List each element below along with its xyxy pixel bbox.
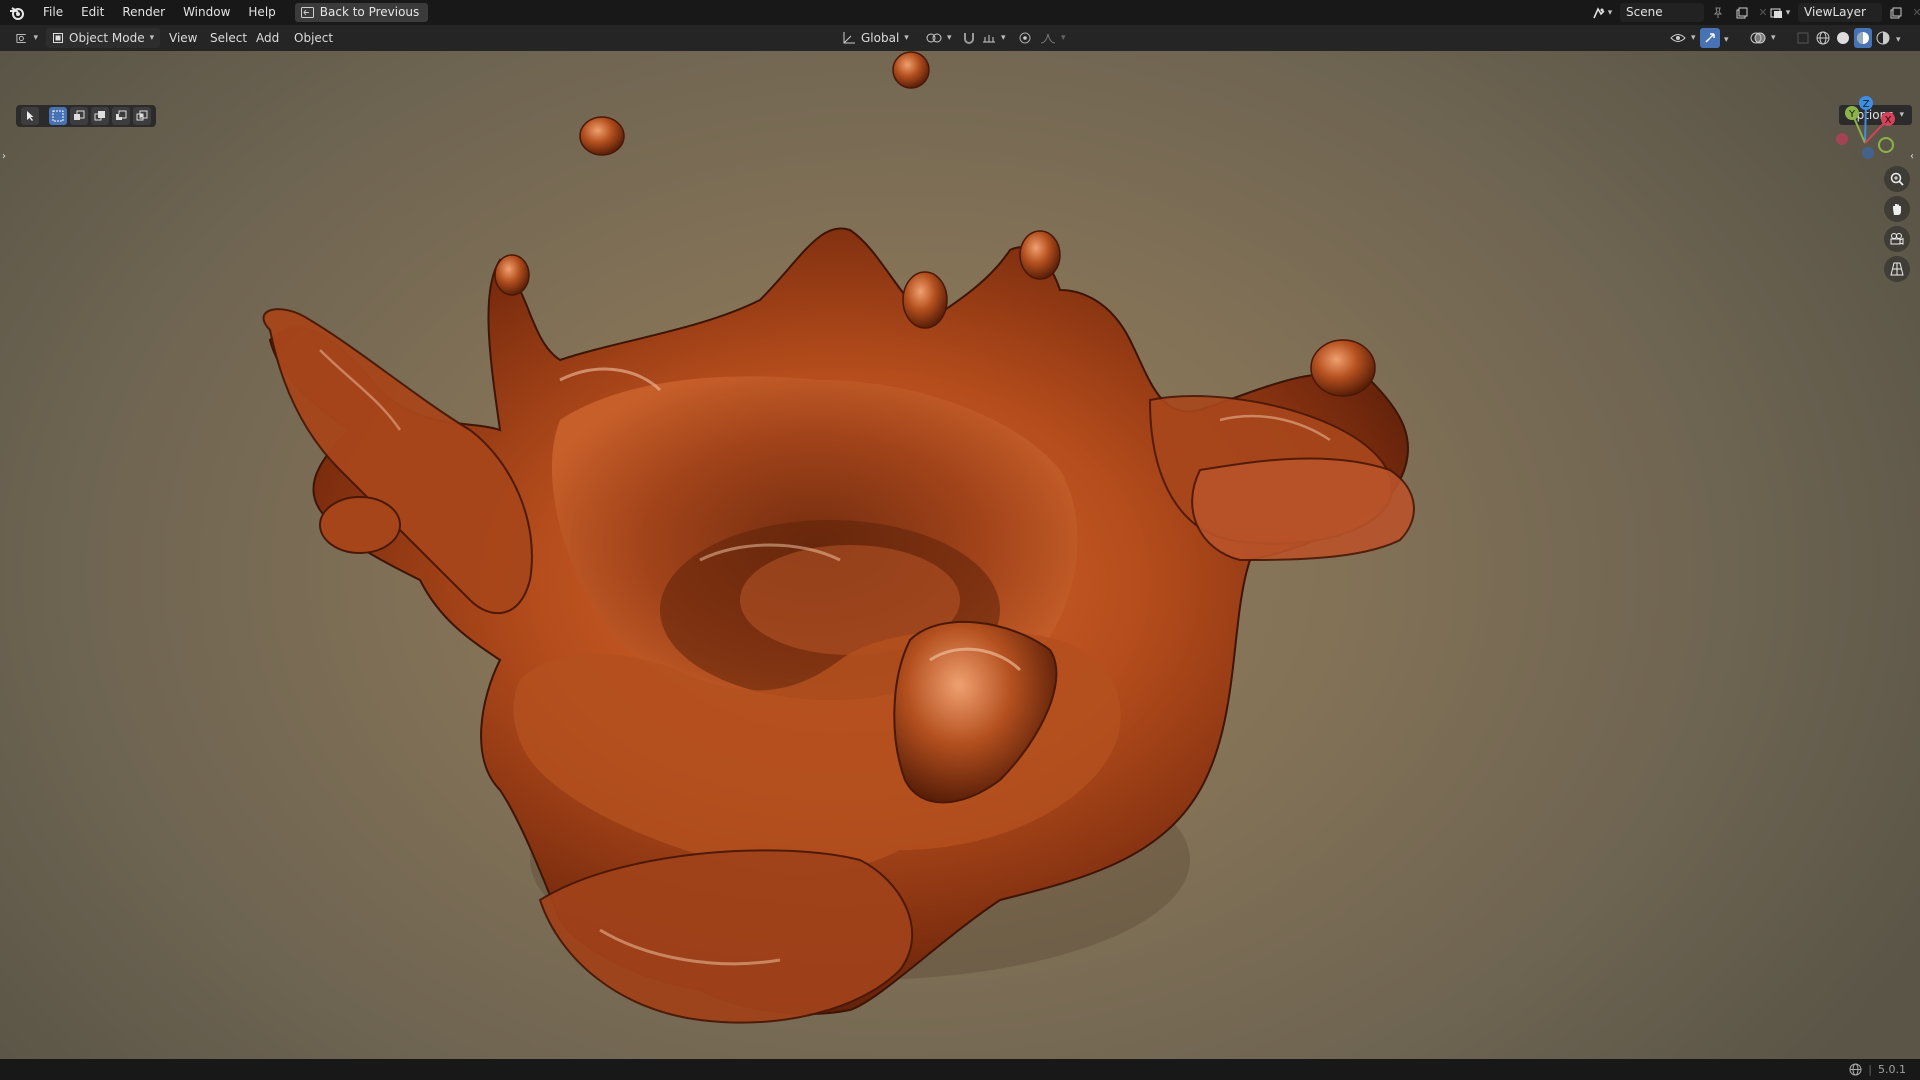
falloff-dropdown[interactable]: ▾ (1034, 28, 1072, 48)
mode-dropdown[interactable]: Object Mode ▾ (46, 28, 161, 48)
header-menu-select[interactable]: Select (210, 28, 247, 48)
toolbar-expand-icon[interactable]: › (2, 151, 10, 167)
mode-label: Object Mode (69, 31, 145, 45)
gizmo-z-label: Z (1863, 99, 1870, 110)
falloff-curve-icon (1040, 33, 1056, 44)
shading-wireframe[interactable] (1814, 28, 1832, 48)
menu-render[interactable]: Render (113, 0, 174, 25)
scene-type-icon[interactable]: ▾ (1588, 3, 1616, 22)
snap-increment-icon (983, 35, 995, 43)
orientation-icon (843, 32, 855, 44)
selection-mode-strip (16, 105, 156, 127)
gizmo-neg-x-icon[interactable] (1836, 133, 1848, 145)
view-layer-name-field[interactable]: ViewLayer (1798, 3, 1882, 22)
pivot-point-dropdown[interactable]: ▾ (920, 28, 958, 48)
header-menu-object[interactable]: Object (294, 28, 333, 48)
pin-icon[interactable] (1708, 3, 1728, 22)
snap-target-dropdown[interactable]: ▾ (976, 28, 1012, 48)
back-icon (300, 7, 314, 18)
header-menu-add[interactable]: Add (256, 28, 279, 48)
xray-icon (1797, 32, 1809, 44)
shading-dropdown-chevron-icon[interactable]: ▾ (1896, 28, 1901, 48)
globe-icon (1849, 1063, 1862, 1076)
editor-type-button[interactable]: ▾ (10, 28, 44, 48)
shading-solid[interactable] (1834, 28, 1852, 48)
new-scene-icon[interactable] (1732, 3, 1752, 22)
pan-hand-icon[interactable] (1884, 196, 1910, 222)
new-view-layer-icon[interactable] (1886, 3, 1906, 22)
shading-rendered[interactable] (1874, 28, 1892, 48)
select-invert-icon[interactable] (112, 107, 130, 125)
select-new-icon[interactable] (49, 107, 67, 125)
visibility-dropdown[interactable]: ▾ (1664, 28, 1702, 48)
view-layer-type-icon[interactable]: ▾ (1766, 3, 1794, 22)
scene-selector: ▾ Scene ✕ (1588, 3, 1770, 22)
gizmo-dropdown-chevron-icon[interactable]: ▾ (1724, 28, 1729, 48)
material-sphere-icon (1857, 32, 1869, 44)
select-subtract-icon[interactable] (91, 107, 109, 125)
rendered-sphere-icon (1876, 31, 1890, 45)
pivot-icon (926, 33, 942, 43)
header-menu-view[interactable]: View (169, 28, 197, 48)
select-intersect-icon[interactable] (133, 107, 151, 125)
proportional-edit-icon (1019, 32, 1031, 44)
camera-view-icon[interactable] (1884, 226, 1910, 252)
overlays-icon (1750, 32, 1766, 44)
top-bar: File Edit Render Window Help Back to Pre… (0, 0, 1920, 25)
wireframe-sphere-icon (1816, 31, 1830, 45)
view-layer-selector: ▾ ViewLayer ✕ (1766, 3, 1920, 22)
overlays-toggle[interactable]: ▾ (1744, 28, 1782, 48)
status-bar: | 5.0.1 (0, 1059, 1920, 1080)
version-label: 5.0.1 (1878, 1063, 1906, 1076)
splash-render (262, 51, 1415, 1024)
back-to-previous-button[interactable]: Back to Previous (294, 3, 429, 22)
perspective-grid-icon[interactable] (1884, 256, 1910, 282)
xray-toggle[interactable] (1790, 28, 1816, 48)
delete-view-layer-icon[interactable]: ✕ (1910, 3, 1920, 22)
menu-file[interactable]: File (34, 0, 72, 25)
menu-edit[interactable]: Edit (72, 0, 113, 25)
zoom-icon[interactable] (1884, 166, 1910, 192)
gizmo-toggle[interactable] (1700, 28, 1720, 48)
navigation-gizmo[interactable]: Z Y X (1830, 91, 1900, 166)
editor-type-icon (16, 33, 26, 43)
chevron-down-icon: ▾ (149, 33, 155, 43)
object-mode-icon (53, 33, 63, 43)
select-extend-icon[interactable] (70, 107, 88, 125)
sidebar-expand-icon[interactable]: ‹ (1910, 151, 1918, 167)
3d-viewport[interactable]: Options ▾ › ‹ Z Y X (0, 51, 1920, 1059)
viewport-header: ▾ Object Mode ▾ View Select Add Object G… (0, 25, 1920, 51)
gizmo-neg-y-icon[interactable] (1878, 137, 1894, 153)
menu-help[interactable]: Help (239, 0, 284, 25)
blender-logo-icon[interactable] (0, 0, 34, 25)
shading-material-preview[interactable] (1854, 28, 1872, 48)
scene-name-field[interactable]: Scene (1620, 3, 1704, 22)
chevron-down-icon: ▾ (1899, 110, 1904, 120)
solid-sphere-icon (1837, 32, 1849, 44)
gizmo-icon (1705, 33, 1715, 43)
menu-window[interactable]: Window (174, 0, 239, 25)
transform-orientation-dropdown[interactable]: Global ▾ (836, 28, 915, 48)
gizmo-x-label: X (1885, 115, 1892, 126)
select-tool-icon[interactable] (21, 107, 39, 125)
transform-orientation-label: Global (861, 31, 900, 45)
gizmo-neg-z-icon[interactable] (1862, 147, 1874, 159)
magnet-icon (964, 33, 974, 44)
eye-select-icon (1670, 34, 1686, 42)
gizmo-y-label: Y (1848, 109, 1856, 120)
back-to-previous-label: Back to Previous (319, 5, 420, 19)
